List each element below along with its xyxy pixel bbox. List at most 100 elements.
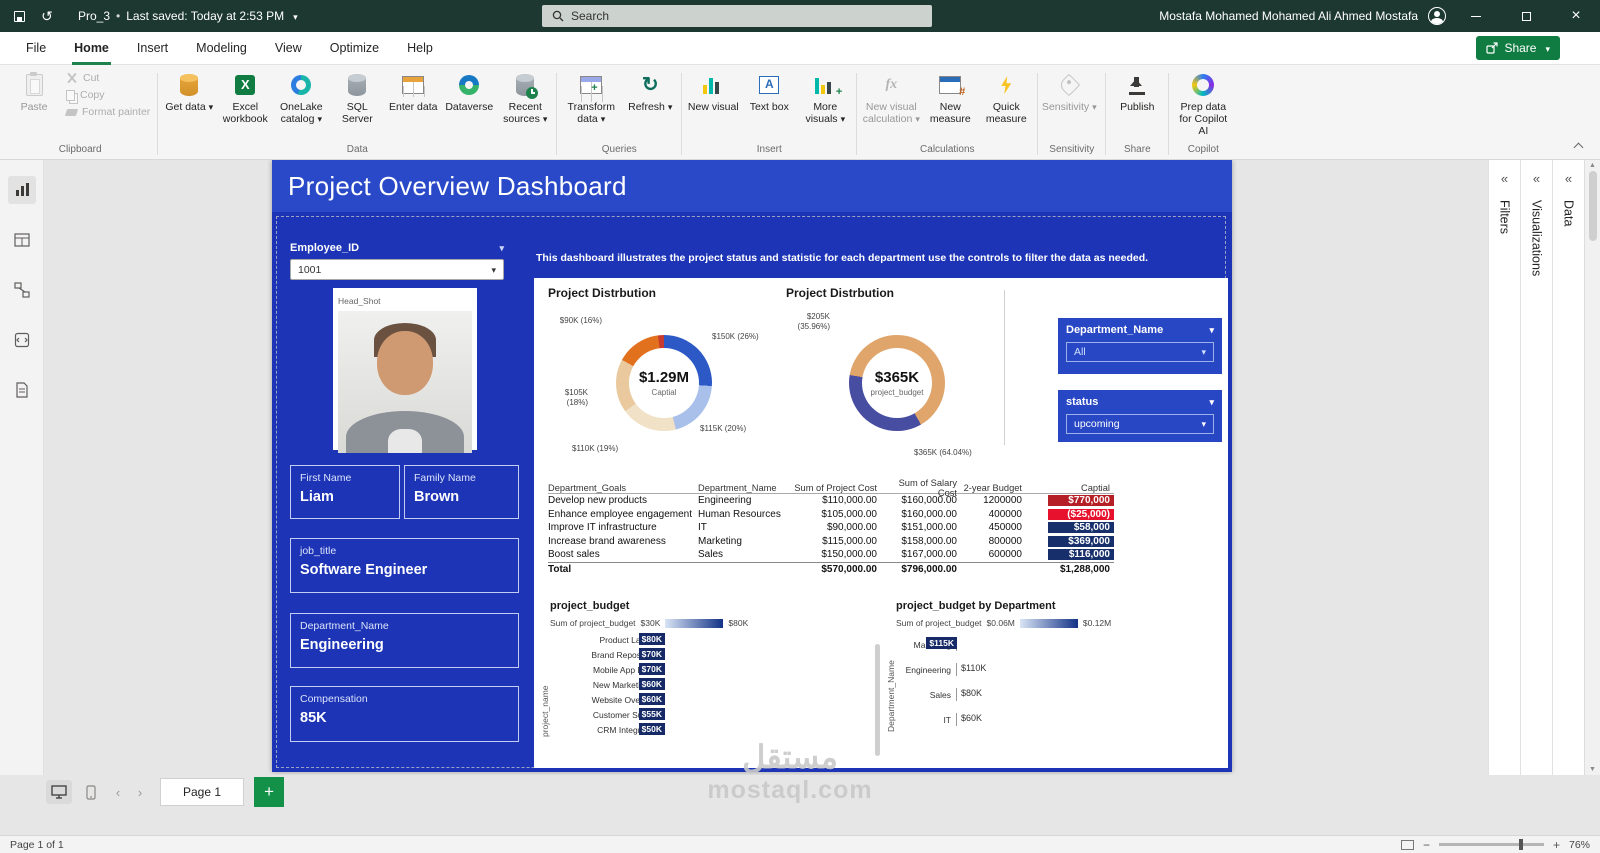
table-row[interactable]: Increase brand awarenessMarketing $115,0… [548, 535, 1114, 549]
publish-button[interactable]: Publish [1109, 67, 1165, 115]
menu-insert[interactable]: Insert [123, 32, 182, 65]
new-visual-button[interactable]: New visual [685, 67, 741, 115]
save-icon[interactable] [10, 7, 28, 25]
department-budget-bar-chart[interactable]: project_budget by Department Sum of proj… [886, 600, 1224, 766]
model-view-button[interactable] [8, 276, 36, 304]
zoom-in-button[interactable] [1553, 838, 1560, 852]
bar-row[interactable]: Brand Repositio...$70K [552, 647, 878, 662]
department-table[interactable]: Department_Goals Department_Name Sum of … [548, 478, 1114, 577]
headshot-visual[interactable]: Head_Shot [333, 288, 477, 450]
recent-sources-button[interactable]: Recent sources [497, 67, 553, 127]
menu-file[interactable]: File [12, 32, 60, 65]
fit-to-page-icon[interactable] [1401, 840, 1414, 850]
add-page-button[interactable] [254, 777, 284, 807]
copy-button[interactable]: Copy [62, 88, 154, 102]
menu-modeling[interactable]: Modeling [182, 32, 261, 65]
menu-optimize[interactable]: Optimize [316, 32, 393, 65]
new-visual-calculation-button[interactable]: fx New visual calculation [860, 67, 922, 127]
budget-donut-chart[interactable]: $365K project_budget [849, 335, 945, 431]
employee-id-dropdown[interactable]: 1001 [290, 259, 504, 280]
previous-page-arrow[interactable] [110, 785, 126, 800]
compensation-card[interactable]: Compensation 85K [290, 686, 519, 742]
bar-row[interactable]: Mobile App Dev...$70K [552, 662, 878, 677]
collapse-ribbon-icon[interactable] [1572, 139, 1586, 153]
status-slicer[interactable]: status upcoming [1058, 390, 1222, 442]
refresh-button[interactable]: Refresh [622, 67, 678, 115]
table-row[interactable]: Boost salesSales $150,000.00$167,000.00 … [548, 548, 1114, 562]
menu-help[interactable]: Help [393, 32, 447, 65]
page-tab[interactable]: Page 1 [160, 778, 244, 806]
vertical-scrollbar[interactable]: ▲ ▼ [1584, 160, 1600, 775]
next-page-arrow[interactable] [132, 785, 148, 800]
bar-row[interactable]: CRM Integration$50K [552, 722, 878, 737]
onelake-catalog-button[interactable]: OneLake catalog [273, 67, 329, 127]
enter-data-button[interactable]: Enter data [385, 67, 441, 115]
table-row[interactable]: Develop new productsEngineering $110,000… [548, 494, 1114, 508]
scrollbar-thumb[interactable] [1589, 171, 1597, 241]
expand-pane-icon[interactable] [1501, 170, 1508, 188]
minimize-button[interactable] [1456, 0, 1496, 32]
cut-button[interactable]: Cut [62, 71, 154, 85]
mobile-layout-button[interactable] [78, 780, 104, 804]
more-visuals-button[interactable]: More visuals [797, 67, 853, 127]
report-page[interactable]: Project Overview Dashboard Employee_ID 1… [272, 160, 1232, 772]
table-view-button[interactable] [8, 226, 36, 254]
table-row[interactable]: Improve IT infrastructureIT $90,000.00$1… [548, 521, 1114, 535]
dataverse-button[interactable]: Dataverse [441, 67, 497, 115]
paste-button[interactable]: Paste [6, 67, 62, 115]
account-avatar[interactable] [1428, 7, 1446, 25]
bar-row[interactable]: IT$60K [898, 707, 1224, 732]
scroll-up-icon[interactable]: ▲ [1589, 162, 1596, 169]
first-name-card[interactable]: First Name Liam [290, 465, 400, 519]
data-pane[interactable]: Data [1552, 160, 1584, 775]
expand-pane-icon[interactable] [1565, 170, 1572, 188]
text-box-button[interactable]: A Text box [741, 67, 797, 115]
menu-view[interactable]: View [261, 32, 316, 65]
bar-row[interactable]: New Marketing ...$60K [552, 677, 878, 692]
maximize-button[interactable] [1506, 0, 1546, 32]
project-budget-bar-chart[interactable]: project_budget Sum of project_budget $30… [540, 600, 878, 766]
family-name-card[interactable]: Family Name Brown [404, 465, 519, 519]
web-layout-button[interactable] [46, 780, 72, 804]
new-measure-button[interactable]: New measure [922, 67, 978, 127]
bar-row[interactable]: Website Overhaul$60K [552, 692, 878, 707]
dax-query-view-button[interactable] [8, 326, 36, 354]
prep-copilot-button[interactable]: Prep data for Copilot AI [1172, 67, 1234, 139]
visualizations-pane[interactable]: Visualizations [1520, 160, 1552, 775]
search-box[interactable]: Search [542, 5, 932, 27]
report-canvas[interactable]: Project Overview Dashboard Employee_ID 1… [44, 160, 1488, 775]
bar-row[interactable]: Marketing$115K [898, 632, 1224, 657]
bar-row[interactable]: Customer Supp...$55K [552, 707, 878, 722]
status-slicer-dropdown[interactable]: upcoming [1066, 414, 1214, 434]
department-card[interactable]: Department_Name Engineering [290, 613, 519, 668]
undo-icon[interactable] [38, 7, 56, 25]
bar-row[interactable]: Product Launch$80K [552, 632, 878, 647]
menu-home[interactable]: Home [60, 32, 123, 65]
transform-data-button[interactable]: Transform data [560, 67, 622, 127]
zoom-out-button[interactable] [1423, 838, 1430, 852]
quick-measure-button[interactable]: Quick measure [978, 67, 1034, 127]
excel-workbook-button[interactable]: X Excel workbook [217, 67, 273, 127]
tmdl-view-button[interactable] [8, 376, 36, 404]
format-painter-button[interactable]: Format painter [62, 105, 154, 119]
bar-row[interactable]: Sales$80K [898, 682, 1224, 707]
department-slicer[interactable]: Department_Name All [1058, 318, 1222, 374]
document-title-menu[interactable]: Pro_3 Last saved: Today at 2:53 PM [78, 9, 298, 23]
filters-pane[interactable]: Filters [1488, 160, 1520, 775]
department-slicer-dropdown[interactable]: All [1066, 342, 1214, 362]
report-view-button[interactable] [8, 176, 36, 204]
zoom-slider[interactable] [1439, 843, 1544, 846]
get-data-button[interactable]: Get data [161, 67, 217, 115]
sensitivity-button[interactable]: Sensitivity [1041, 67, 1097, 115]
job-title-card[interactable]: job_title Software Engineer [290, 538, 519, 593]
chart-scrollbar[interactable] [875, 644, 880, 756]
table-row[interactable]: Enhance employee engagementHuman Resourc… [548, 508, 1114, 522]
sql-server-button[interactable]: SQL Server [329, 67, 385, 127]
capital-donut-chart[interactable]: $1.29M Captial [616, 335, 712, 431]
close-button[interactable] [1556, 0, 1596, 32]
scroll-down-icon[interactable]: ▼ [1589, 766, 1596, 773]
employee-id-slicer-header[interactable]: Employee_ID [290, 242, 504, 254]
expand-pane-icon[interactable] [1533, 170, 1540, 188]
share-button[interactable]: Share [1476, 36, 1560, 60]
bar-row[interactable]: Engineering$110K [898, 657, 1224, 682]
